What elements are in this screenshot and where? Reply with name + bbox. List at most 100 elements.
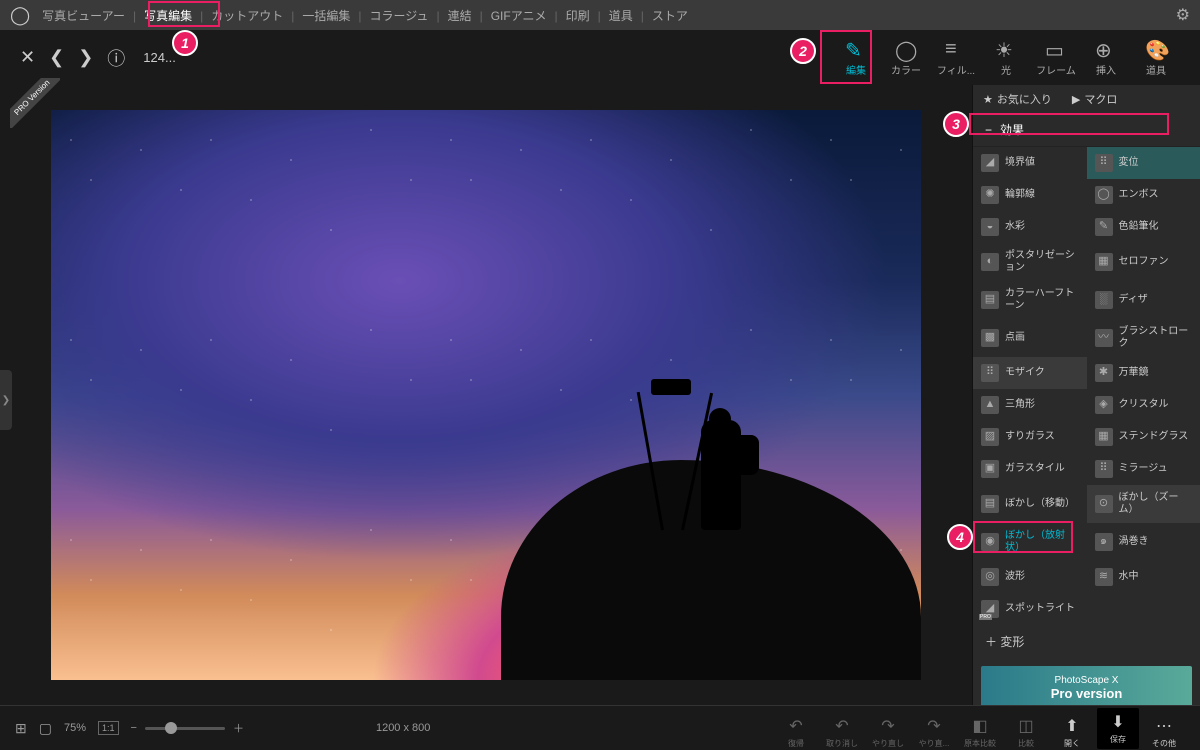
effect-ガラスタイル[interactable]: ▣ガラスタイル [973,453,1087,485]
effect-境界値[interactable]: ◢境界値 [973,147,1087,179]
topbar-item-2[interactable]: カットアウト [203,5,291,27]
bb-原本比較[interactable]: ◧原本比較 [959,716,1001,749]
settings-gear-icon[interactable]: ⚙ [1176,5,1190,25]
effect-水中[interactable]: ≋水中 [1087,561,1200,593]
effect-icon: ✱ [1095,364,1113,382]
effect-エンボス[interactable]: ◯エンボス [1087,179,1200,211]
effect-icon: ▲ [981,396,999,414]
callout-4: 4 [947,524,973,550]
zoom-percent[interactable]: 75% [64,722,86,734]
effect-icon: ⠿ [981,364,999,382]
effect-icon: ▦ [1095,428,1113,446]
effect-色鉛筆化[interactable]: ✎色鉛筆化 [1087,211,1200,243]
tab-favorites[interactable]: ★ お気に入り [983,91,1052,107]
effect-ぼかし（ズーム）[interactable]: ⊙ぼかし（ズーム） [1087,485,1200,523]
tab-macro[interactable]: ▶ マクロ [1072,91,1117,107]
zoom-slider[interactable]: − ＋ [131,720,244,736]
effect-カラーハーフトーン[interactable]: ▤カラーハーフトーン [973,281,1087,319]
effect-ぼかし（放射状）[interactable]: ◉ぼかし（放射状） [973,523,1087,561]
effect-ポスタリゼーション[interactable]: ◐ポスタリゼーション [973,243,1087,281]
callout-3: 3 [943,111,969,137]
zoom-in-icon[interactable]: ＋ [233,720,244,736]
bb-開く[interactable]: ⬆開く [1051,716,1093,749]
effect-icon: 〰 [1095,329,1113,347]
pro-version-banner[interactable]: PhotoScape X Pro version [981,666,1192,705]
topbar-item-1[interactable]: 写真編集 [136,5,200,27]
effect-icon: ▤ [981,495,999,513]
effect-ぼかし（移動）[interactable]: ▤ぼかし（移動） [973,485,1087,523]
effect-icon: ⠿ [1095,460,1113,478]
topbar-item-9[interactable]: ストア [644,5,696,27]
effect-ディザ[interactable]: ░ディザ [1087,281,1200,319]
effect-変位[interactable]: ⠿変位 [1087,147,1200,179]
collapse-icon: − [985,123,992,137]
fit-icon[interactable]: ▢ [39,720,52,737]
main-area: ★ お気に入り ▶ マクロ − 効果 ◢境界値⠿変位✺輪郭線◯エンボス◒水彩✎色… [0,85,1200,705]
effect-輪郭線[interactable]: ✺輪郭線 [973,179,1087,211]
effect-icon: ▨ [981,428,999,446]
pro-banner-line2: Pro version [1051,686,1123,701]
sidebar-tabs: ★ お気に入り ▶ マクロ [973,85,1200,113]
effect-icon: ◯ [1095,186,1113,204]
effect-ミラージュ[interactable]: ⠿ミラージュ [1087,453,1200,485]
top-menu-bar: ◯ 写真ビューアー|写真編集|カットアウト|一括編集|コラージュ|連結|GIFア… [0,0,1200,30]
close-icon[interactable]: ✕ [20,47,35,68]
effect-ブラシストローク[interactable]: 〰ブラシストローク [1087,319,1200,357]
section-transform[interactable]: ＋ 変形 [973,625,1200,658]
bb-やり直し[interactable]: ↷やり直し [867,716,909,749]
effect-点画[interactable]: ▩点画 [973,319,1087,357]
effect-クリスタル[interactable]: ◈クリスタル [1087,389,1200,421]
next-icon[interactable]: ❯ [78,47,93,68]
effect-モザイク[interactable]: ⠿モザイク [973,357,1087,389]
mode-編集[interactable]: ✎編集 [832,30,880,85]
topbar-item-4[interactable]: コラージュ [362,5,437,27]
prev-icon[interactable]: ❮ [49,47,64,68]
topbar-item-5[interactable]: 連結 [440,5,480,27]
section-effects-header[interactable]: − 効果 [973,113,1200,147]
section-effects-label: 効果 [1000,121,1024,138]
canvas-area [0,85,972,705]
effect-icon: ◒ [981,218,999,236]
effect-水彩[interactable]: ◒水彩 [973,211,1087,243]
file-counter: 124... [143,50,176,65]
callout-1: 1 [172,30,198,56]
topbar-item-6[interactable]: GIFアニメ [483,5,555,27]
topbar-item-3[interactable]: 一括編集 [294,5,358,27]
bb-復帰[interactable]: ↶復帰 [775,716,817,749]
bb-比較[interactable]: ◫比較 [1005,716,1047,749]
side-panel-handle[interactable]: ❯ [0,370,12,430]
effect-セロファン[interactable]: ▦セロファン [1087,243,1200,281]
effect-渦巻き[interactable]: ๑渦巻き [1087,523,1200,561]
topbar-item-0[interactable]: 写真ビューアー [34,5,133,27]
zoom-out-icon[interactable]: − [131,722,137,734]
mode-tool-strip: ✎編集◯カラー≡フィル...☀光▭フレーム⊕挿入🎨道具 [832,30,1180,85]
pro-ribbon: PRO Version [10,78,60,128]
effect-icon: ▣ [981,460,999,478]
effect-スポットライト[interactable]: ◢スポットライト [973,593,1087,625]
effect-すりガラス[interactable]: ▨すりガラス [973,421,1087,453]
mode-フレーム[interactable]: ▭フレーム [1032,30,1080,85]
crop-grid-icon[interactable]: ⊞ [15,720,27,737]
bb-その他[interactable]: ⋯その他 [1143,716,1185,749]
mode-カラー[interactable]: ◯カラー [882,30,930,85]
bb-保存[interactable]: ⬇保存 [1097,708,1139,749]
effect-icon: ✎ [1095,218,1113,236]
effect-万華鏡[interactable]: ✱万華鏡 [1087,357,1200,389]
mode-道具[interactable]: 🎨道具 [1132,30,1180,85]
zoom-ratio[interactable]: 1:1 [98,721,119,735]
topbar-item-7[interactable]: 印刷 [558,5,598,27]
mode-挿入[interactable]: ⊕挿入 [1082,30,1130,85]
canvas-image[interactable] [51,110,921,680]
bb-取り消し[interactable]: ↶取り消し [821,716,863,749]
effect-icon: ▤ [981,291,999,309]
effect-三角形[interactable]: ▲三角形 [973,389,1087,421]
topbar-item-8[interactable]: 道具 [601,5,641,27]
bb-やり直...[interactable]: ↷やり直... [913,716,955,749]
mode-フィル...[interactable]: ≡フィル... [932,30,980,85]
mode-光[interactable]: ☀光 [982,30,1030,85]
effect-波形[interactable]: ◎波形 [973,561,1087,593]
effects-sidebar: ★ お気に入り ▶ マクロ − 効果 ◢境界値⠿変位✺輪郭線◯エンボス◒水彩✎色… [972,85,1200,705]
info-icon[interactable]: ⓘ [107,45,125,71]
effect-icon: ⠿ [1095,154,1113,172]
effect-ステンドグラス[interactable]: ▦ステンドグラス [1087,421,1200,453]
